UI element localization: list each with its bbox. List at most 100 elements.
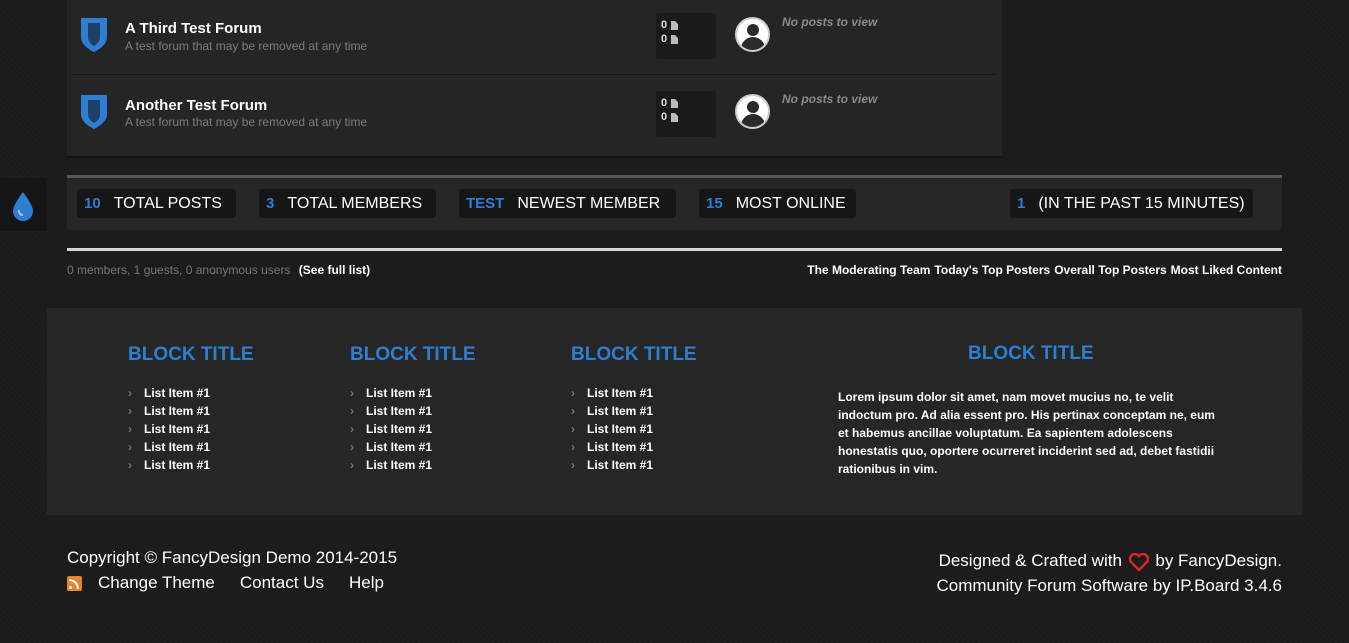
designed-by-prefix: Designed & Crafted with	[938, 551, 1122, 570]
software-credit-link[interactable]: Community Forum Software by IP.Board 3.4…	[936, 576, 1282, 595]
moderating-team-link[interactable]: The Moderating Team	[807, 263, 930, 277]
chevron-right-icon: ›	[350, 440, 354, 454]
footer-block: BLOCK TITLE › List Item #1 › List Item #1 …	[128, 344, 254, 474]
forum-row: Another Test Forum A test forum that may…	[72, 75, 996, 152]
post-count: 0	[661, 111, 668, 123]
chevron-right-icon: ›	[128, 422, 132, 436]
topic-count: 0	[661, 97, 668, 109]
theme-color-toggle[interactable]	[0, 178, 47, 231]
forum-row: A Third Test Forum A test forum that may…	[72, 0, 996, 75]
list-item[interactable]: › List Item #1	[350, 384, 476, 402]
water-drop-icon	[13, 192, 33, 221]
chevron-right-icon: ›	[350, 422, 354, 436]
document-icon	[671, 34, 679, 44]
list-item[interactable]: › List Item #1	[571, 384, 697, 402]
user-avatar-icon	[735, 94, 770, 129]
footer-block: BLOCK TITLE › List Item #1 › List Item #1 …	[350, 344, 476, 474]
stat-label: TOTAL POSTS	[113, 194, 222, 212]
block-title: BLOCK TITLE	[350, 344, 476, 365]
stat-most-online: 15 MOST ONLINE	[699, 189, 856, 218]
list-item[interactable]: › List Item #1	[571, 438, 697, 456]
list-item[interactable]: › List Item #1	[128, 438, 254, 456]
page-wrapper: A Third Test Forum A test forum that may…	[47, 0, 1302, 622]
forum-title[interactable]: Another Test Forum	[125, 97, 267, 114]
stat-label: MOST ONLINE	[735, 194, 846, 212]
top-links: The Moderating Team Today's Top Posters …	[807, 263, 1282, 277]
chevron-right-icon: ›	[128, 404, 132, 418]
last-post-info: No posts to view	[782, 15, 878, 29]
contact-us-link[interactable]: Contact Us	[240, 573, 324, 593]
block-text: Lorem ipsum dolor sit amet, nam movet mu…	[838, 390, 1215, 476]
stat-number: 15	[706, 195, 723, 212]
change-theme-link[interactable]: Change Theme	[98, 573, 215, 593]
block-title: BLOCK TITLE	[128, 344, 254, 365]
shield-icon	[81, 95, 107, 129]
chevron-right-icon: ›	[571, 386, 575, 400]
list-item[interactable]: › List Item #1	[571, 456, 697, 474]
document-icon	[671, 20, 679, 30]
forum-stats: 0 0	[656, 13, 716, 59]
stat-online-now: 1 (IN THE PAST 15 MINUTES)	[1010, 189, 1253, 218]
list-item[interactable]: › List Item #1	[128, 384, 254, 402]
forum-stats: 0 0	[656, 91, 716, 137]
todays-top-posters-link[interactable]: Today's Top Posters	[934, 263, 1050, 277]
forum-list: A Third Test Forum A test forum that may…	[67, 0, 1002, 158]
heart-icon	[1128, 552, 1149, 571]
list-item[interactable]: › List Item #1	[350, 420, 476, 438]
divider	[67, 248, 1282, 251]
overall-top-posters-link[interactable]: Overall Top Posters	[1054, 263, 1166, 277]
block-title: BLOCK TITLE	[968, 343, 1094, 364]
forum-description: A test forum that may be removed at any …	[125, 115, 368, 129]
designer-link[interactable]: by FancyDesign.	[1155, 551, 1282, 570]
document-icon	[671, 112, 679, 122]
footer-credits: Designed & Crafted with by FancyDesign. …	[936, 548, 1282, 598]
chevron-right-icon: ›	[128, 440, 132, 454]
list-item[interactable]: › List Item #1	[350, 438, 476, 456]
footer-links: Change Theme Contact Us Help	[67, 573, 409, 593]
stat-label: (IN THE PAST 15 MINUTES)	[1038, 194, 1245, 212]
help-link[interactable]: Help	[349, 573, 384, 593]
stat-total-posts: 10 TOTAL POSTS	[77, 189, 236, 218]
stat-number: 3	[266, 195, 275, 212]
online-users: 0 members, 1 guests, 0 anonymous users (…	[67, 263, 370, 277]
footer-blocks: BLOCK TITLE › List Item #1 › List Item #1 …	[47, 308, 1302, 515]
chevron-right-icon: ›	[571, 422, 575, 436]
user-avatar-icon	[735, 17, 770, 52]
chevron-right-icon: ›	[350, 386, 354, 400]
footer-block: BLOCK TITLE › List Item #1 › List Item #1 …	[571, 344, 697, 474]
topic-count: 0	[661, 19, 668, 31]
chevron-right-icon: ›	[128, 386, 132, 400]
list-item[interactable]: › List Item #1	[350, 402, 476, 420]
list-item[interactable]: › List Item #1	[571, 420, 697, 438]
copyright: Copyright © FancyDesign Demo 2014-2015	[67, 548, 398, 567]
post-count: 0	[661, 33, 668, 45]
chevron-right-icon: ›	[128, 458, 132, 472]
stat-label: TOTAL MEMBERS	[287, 194, 423, 212]
forum-description: A test forum that may be removed at any …	[125, 39, 368, 53]
stat-newest-member[interactable]: TEST NEWEST MEMBER	[459, 189, 676, 218]
newest-member-link[interactable]: TEST	[466, 195, 504, 212]
chevron-right-icon: ›	[350, 458, 354, 472]
chevron-right-icon: ›	[350, 404, 354, 418]
block-title: BLOCK TITLE	[571, 344, 697, 365]
list-item[interactable]: › List Item #1	[350, 456, 476, 474]
chevron-right-icon: ›	[571, 440, 575, 454]
see-full-list-link[interactable]: (See full list)	[299, 263, 370, 277]
stat-number: 10	[84, 195, 101, 212]
forum-title[interactable]: A Third Test Forum	[125, 20, 262, 37]
list-item[interactable]: › List Item #1	[128, 402, 254, 420]
stat-number: 1	[1017, 195, 1026, 212]
list-item[interactable]: › List Item #1	[571, 402, 697, 420]
last-post-info: No posts to view	[782, 92, 878, 106]
online-summary: 0 members, 1 guests, 0 anonymous users	[67, 263, 291, 277]
board-stats-bar: 10 TOTAL POSTS 3 TOTAL MEMBERS TEST NEWE…	[67, 175, 1282, 230]
list-item[interactable]: › List Item #1	[128, 456, 254, 474]
list-item[interactable]: › List Item #1	[128, 420, 254, 438]
stat-total-members: 3 TOTAL MEMBERS	[259, 189, 436, 218]
stat-label: NEWEST MEMBER	[517, 194, 661, 212]
rss-icon[interactable]	[67, 575, 82, 591]
chevron-right-icon: ›	[571, 458, 575, 472]
chevron-right-icon: ›	[571, 404, 575, 418]
document-icon	[671, 98, 679, 108]
most-liked-content-link[interactable]: Most Liked Content	[1171, 263, 1282, 277]
